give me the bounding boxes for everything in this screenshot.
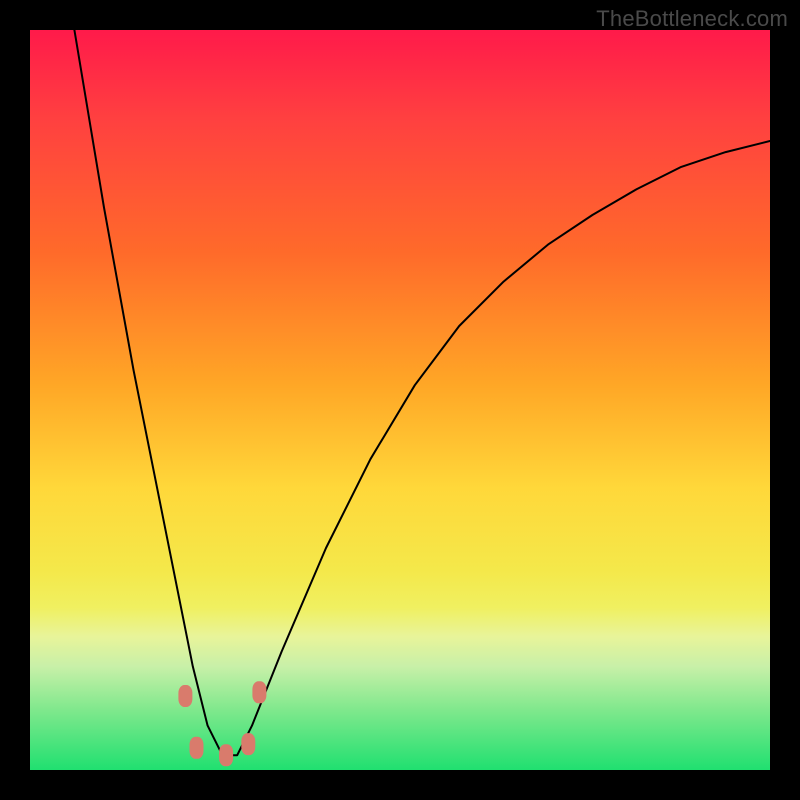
curve-marker (178, 685, 192, 707)
chart-frame: TheBottleneck.com (0, 0, 800, 800)
watermark-text: TheBottleneck.com (596, 6, 788, 32)
curve-svg (30, 30, 770, 770)
plot-area (30, 30, 770, 770)
curve-marker (241, 733, 255, 755)
curve-marker (219, 744, 233, 766)
curve-marker (190, 737, 204, 759)
bottleneck-curve (74, 30, 770, 755)
curve-marker (252, 681, 266, 703)
